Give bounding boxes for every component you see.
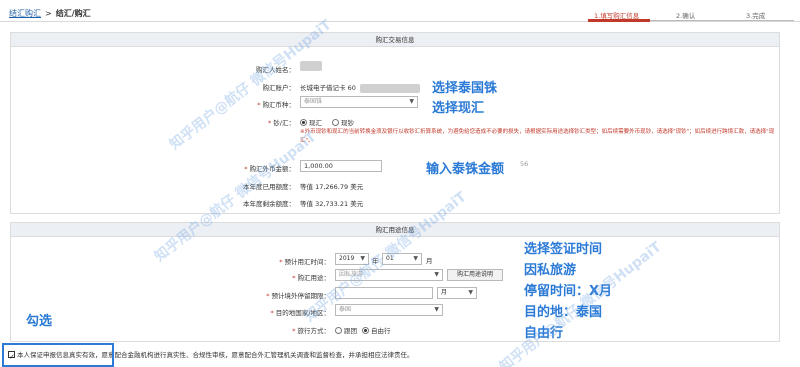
radio-checked-icon: [300, 119, 307, 126]
exchange-info-title: 购汇交易信息: [11, 33, 779, 47]
step-confirm: 2.确认: [676, 12, 696, 20]
amount-input[interactable]: 1,000.00: [300, 160, 382, 172]
annotation-check: 勾选: [26, 314, 53, 329]
page-header: 结汇购汇 > 结汇/购汇 1.填写购汇信息 2.确认 3.完成: [0, 0, 800, 22]
progress-steps: 1.填写购汇信息 2.确认 3.完成: [588, 10, 794, 22]
chevron-down-icon: ▼: [434, 271, 439, 278]
annotation-private-travel: 因私旅游: [524, 263, 577, 278]
mode-radio-group[interactable]: 跟团: [335, 325, 357, 335]
remain-quota-value: 等值 32,733.21 美元: [300, 200, 364, 208]
destination-select[interactable]: 泰国 ▼: [335, 304, 443, 316]
chevron-down-icon: ▼: [413, 255, 418, 262]
stay-unit-select[interactable]: 月 ▼: [437, 287, 477, 299]
amount-suffix: 56: [520, 160, 529, 168]
steps-active-bar: [588, 19, 650, 22]
travel-mode-label: * 旅行方式：: [292, 327, 330, 335]
annotation-select-spot: 选择现汇: [432, 101, 485, 116]
highlight-box: [2, 343, 114, 367]
used-quota-value: 等值 17,266.79 美元: [300, 183, 364, 191]
chevron-down-icon: ▼: [434, 306, 439, 313]
cash-warning-text: ※外币现钞和现汇的当前转换金须及银行以收钞汇折算系统，为避免给您造成不必要的损失…: [300, 129, 775, 144]
breadcrumb-current: 结汇/购汇: [55, 9, 91, 18]
radio-checked-icon: [362, 327, 369, 334]
time-label: * 预计用汇时间：: [279, 258, 330, 266]
exchange-info-panel: 购汇交易信息: [10, 32, 780, 214]
purpose-help-button[interactable]: 购汇用途说明: [447, 269, 503, 281]
breadcrumb-separator: >: [45, 9, 52, 18]
step-complete: 3.完成: [746, 12, 766, 20]
breadcrumb-root-link[interactable]: 结汇购汇: [9, 9, 41, 18]
purpose-label: * 购汇用途：: [292, 274, 330, 282]
radio-icon: [335, 327, 342, 334]
radio-icon: [332, 119, 339, 126]
name-value: [300, 61, 322, 71]
mode-radio-self[interactable]: 自由行: [362, 325, 391, 335]
breadcrumb: 结汇购汇 > 结汇/购汇: [9, 8, 91, 19]
chevron-down-icon: ▼: [468, 289, 473, 296]
account-value: 长城电子借记卡 60: [300, 82, 420, 93]
annotation-select-baht: 选择泰国铢: [432, 81, 498, 96]
cash-radio-spot[interactable]: 现汇: [300, 117, 322, 127]
currency-select[interactable]: 泰国铢 ▼: [300, 96, 418, 108]
annotation-visa-time: 选择签证时间: [524, 242, 603, 257]
cash-radio-cash[interactable]: 现钞: [332, 117, 354, 127]
annotation-enter-amount: 输入泰铢金额: [426, 162, 505, 177]
chevron-down-icon: ▼: [409, 98, 414, 105]
month-unit: 月: [426, 257, 433, 265]
